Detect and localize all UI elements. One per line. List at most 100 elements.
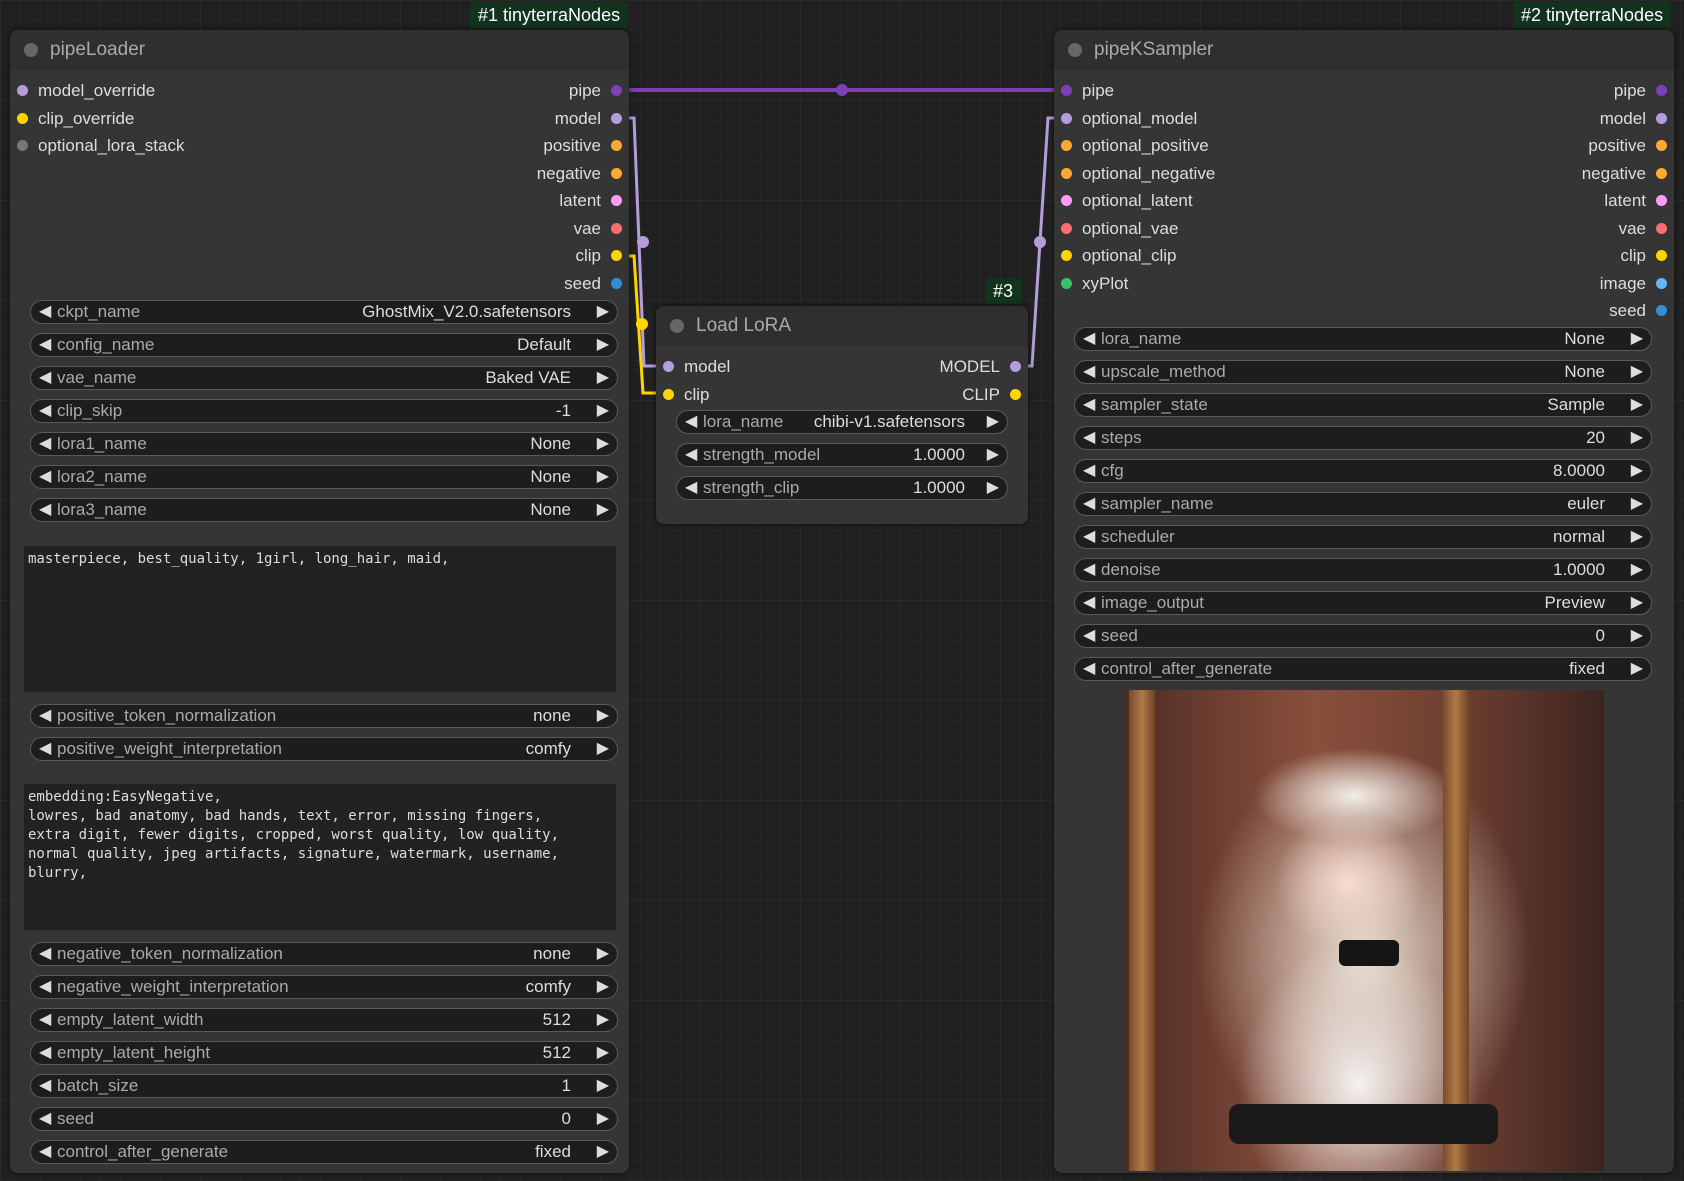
widget-empty-latent-width[interactable]: ◀ empty_latent_width 512 ▶: [30, 1008, 618, 1032]
widget-vae-name[interactable]: ◀ vae_name Baked VAE ▶: [30, 366, 618, 390]
slot-dot-icon[interactable]: [1061, 140, 1072, 151]
preview-image[interactable]: [1123, 690, 1604, 1171]
output-slot[interactable]: positive: [543, 135, 625, 157]
slot-dot-icon[interactable]: [1656, 250, 1667, 261]
output-slot[interactable]: clip: [1620, 245, 1670, 267]
right-arrow-icon[interactable]: ▶: [597, 367, 609, 389]
slot-dot-icon[interactable]: [1010, 388, 1021, 400]
right-arrow-icon[interactable]: ▶: [597, 499, 609, 521]
left-arrow-icon[interactable]: ◀: [1083, 559, 1095, 581]
widget-sampler-state[interactable]: ◀ sampler_state Sample ▶: [1074, 393, 1652, 417]
widget-strength-clip[interactable]: ◀ strength_clip 1.0000 ▶: [676, 476, 1008, 500]
widget-control-after-generate[interactable]: ◀ control_after_generate fixed ▶: [1074, 657, 1652, 681]
output-slot[interactable]: model: [1600, 108, 1670, 130]
slot-dot-icon[interactable]: [611, 85, 622, 96]
left-arrow-icon[interactable]: ◀: [39, 499, 51, 521]
widget-denoise[interactable]: ◀ denoise 1.0000 ▶: [1074, 558, 1652, 582]
right-arrow-icon[interactable]: ▶: [1631, 460, 1643, 482]
input-slot[interactable]: model_override: [14, 80, 155, 102]
left-arrow-icon[interactable]: ◀: [39, 976, 51, 998]
widget-lora2-name[interactable]: ◀ lora2_name None ▶: [30, 465, 618, 489]
widget-scheduler[interactable]: ◀ scheduler normal ▶: [1074, 525, 1652, 549]
input-slot[interactable]: optional_model: [1058, 108, 1197, 130]
output-slot[interactable]: latent: [559, 190, 625, 212]
left-arrow-icon[interactable]: ◀: [1083, 427, 1095, 449]
node3-header[interactable]: Load LoRA: [656, 306, 1028, 346]
left-arrow-icon[interactable]: ◀: [39, 1042, 51, 1064]
slot-dot-icon[interactable]: [1010, 361, 1021, 372]
right-arrow-icon[interactable]: ▶: [1631, 427, 1643, 449]
widget-batch-size[interactable]: ◀ batch_size 1 ▶: [30, 1074, 618, 1098]
widget-strength-model[interactable]: ◀ strength_model 1.0000 ▶: [676, 443, 1008, 467]
output-slot[interactable]: image: [1600, 273, 1670, 295]
left-arrow-icon[interactable]: ◀: [39, 1075, 51, 1097]
right-arrow-icon[interactable]: ▶: [1631, 328, 1643, 350]
widget-ckpt-name[interactable]: ◀ ckpt_name GhostMix_V2.0.safetensors ▶: [30, 300, 618, 324]
slot-dot-icon[interactable]: [1656, 195, 1667, 206]
widget-steps[interactable]: ◀ steps 20 ▶: [1074, 426, 1652, 450]
left-arrow-icon[interactable]: ◀: [1083, 625, 1095, 647]
slot-dot-icon[interactable]: [17, 85, 28, 96]
slot-dot-icon[interactable]: [611, 250, 622, 261]
output-slot[interactable]: vae: [574, 218, 625, 240]
right-arrow-icon[interactable]: ▶: [597, 943, 609, 965]
model-link-2-midpoint[interactable]: [1034, 236, 1046, 248]
right-arrow-icon[interactable]: ▶: [597, 1009, 609, 1031]
right-arrow-icon[interactable]: ▶: [1631, 559, 1643, 581]
slot-dot-icon[interactable]: [663, 361, 674, 372]
node-load-lora[interactable]: Load LoRA model clip MODEL CLIP ◀ lora_name…: [656, 306, 1028, 524]
slot-dot-icon[interactable]: [611, 112, 622, 124]
left-arrow-icon[interactable]: ◀: [39, 705, 51, 727]
right-arrow-icon[interactable]: ▶: [597, 976, 609, 998]
slot-dot-icon[interactable]: [611, 167, 622, 179]
input-slot[interactable]: model: [660, 356, 730, 378]
slot-dot-icon[interactable]: [1061, 195, 1072, 206]
right-arrow-icon[interactable]: ▶: [597, 1042, 609, 1064]
widget-cfg[interactable]: ◀ cfg 8.0000 ▶: [1074, 459, 1652, 483]
right-arrow-icon[interactable]: ▶: [597, 705, 609, 727]
widget-sampler-name[interactable]: ◀ sampler_name euler ▶: [1074, 492, 1652, 516]
widget-seed[interactable]: ◀ seed 0 ▶: [30, 1107, 618, 1131]
output-slot[interactable]: pipe: [1614, 80, 1670, 102]
left-arrow-icon[interactable]: ◀: [685, 477, 697, 499]
slot-dot-icon[interactable]: [611, 277, 622, 289]
collapse-dot-icon[interactable]: [24, 43, 38, 57]
output-slot[interactable]: seed: [1609, 300, 1670, 322]
widget-positive-token-normalization[interactable]: ◀ positive_token_normalization none ▶: [30, 704, 618, 728]
left-arrow-icon[interactable]: ◀: [1083, 328, 1095, 350]
slot-dot-icon[interactable]: [663, 388, 674, 400]
left-arrow-icon[interactable]: ◀: [39, 1141, 51, 1163]
node-pipeksampler[interactable]: pipeKSampler pipe optional_model optional_…: [1054, 30, 1674, 1173]
right-arrow-icon[interactable]: ▶: [1631, 394, 1643, 416]
slot-dot-icon[interactable]: [1061, 222, 1072, 234]
slot-dot-icon[interactable]: [1656, 140, 1667, 151]
negative-prompt-textarea[interactable]: embedding:EasyNegative, lowres, bad anat…: [24, 784, 616, 930]
right-arrow-icon[interactable]: ▶: [597, 466, 609, 488]
widget-control-after-generate[interactable]: ◀ control_after_generate fixed ▶: [30, 1140, 618, 1164]
widget-positive-weight-interpretation[interactable]: ◀ positive_weight_interpretation comfy ▶: [30, 737, 618, 761]
slot-dot-icon[interactable]: [1656, 167, 1667, 179]
input-slot[interactable]: clip: [660, 384, 710, 406]
slot-dot-icon[interactable]: [1656, 222, 1667, 234]
output-slot[interactable]: negative: [1582, 163, 1670, 185]
node-pipeloader[interactable]: pipeLoader model_override clip_override op…: [10, 30, 629, 1173]
widget-negative-weight-interpretation[interactable]: ◀ negative_weight_interpretation comfy ▶: [30, 975, 618, 999]
widget-config-name[interactable]: ◀ config_name Default ▶: [30, 333, 618, 357]
widget-lora-name[interactable]: ◀ lora_name None ▶: [1074, 327, 1652, 351]
slot-dot-icon[interactable]: [1061, 112, 1072, 124]
input-slot[interactable]: pipe: [1058, 80, 1114, 102]
left-arrow-icon[interactable]: ◀: [1083, 493, 1095, 515]
right-arrow-icon[interactable]: ▶: [987, 411, 999, 433]
output-slot[interactable]: negative: [537, 163, 625, 185]
pipe-link-midpoint[interactable]: [836, 84, 848, 96]
positive-prompt-textarea[interactable]: masterpiece, best_quality, 1girl, long_h…: [24, 546, 616, 692]
input-slot[interactable]: clip_override: [14, 108, 134, 130]
slot-dot-icon[interactable]: [1656, 305, 1667, 316]
output-slot[interactable]: vae: [1619, 218, 1670, 240]
left-arrow-icon[interactable]: ◀: [39, 400, 51, 422]
output-slot[interactable]: MODEL: [940, 356, 1024, 378]
widget-lora-name[interactable]: ◀ lora_name chibi-v1.safetensors ▶: [676, 410, 1008, 434]
left-arrow-icon[interactable]: ◀: [39, 1108, 51, 1130]
widget-empty-latent-height[interactable]: ◀ empty_latent_height 512 ▶: [30, 1041, 618, 1065]
left-arrow-icon[interactable]: ◀: [39, 1009, 51, 1031]
